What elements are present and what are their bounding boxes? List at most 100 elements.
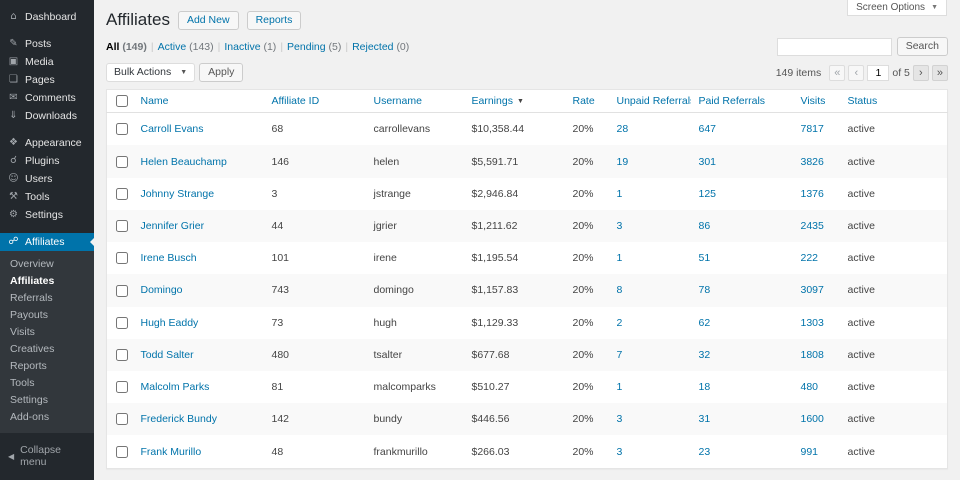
sidebar-subitem-tools[interactable]: Tools bbox=[0, 375, 94, 392]
sidebar-item-posts[interactable]: ✎ Posts bbox=[0, 35, 94, 53]
sidebar-subitem-affiliates[interactable]: Affiliates bbox=[0, 273, 94, 290]
reports-button[interactable]: Reports bbox=[247, 11, 302, 30]
sort-link-unpaid-referrals[interactable]: Unpaid Referrals bbox=[617, 95, 691, 107]
paid-referrals-link[interactable]: 301 bbox=[699, 156, 717, 168]
sidebar-item-pages[interactable]: ❏ Pages bbox=[0, 71, 94, 89]
row-checkbox[interactable] bbox=[116, 413, 128, 425]
affiliate-name-link[interactable]: Domingo bbox=[141, 284, 183, 296]
sidebar-item-comments[interactable]: ✉ Comments bbox=[0, 89, 94, 107]
visits-link[interactable]: 3097 bbox=[801, 284, 824, 296]
paid-referrals-link[interactable]: 78 bbox=[699, 284, 711, 296]
paid-referrals-link[interactable]: 23 bbox=[699, 446, 711, 458]
filter-inactive[interactable]: Inactive (1) bbox=[224, 41, 276, 53]
sidebar-subitem-referrals[interactable]: Referrals bbox=[0, 290, 94, 307]
affiliate-name-link[interactable]: Irene Busch bbox=[141, 252, 197, 264]
sidebar-item-settings[interactable]: ⚙ Settings bbox=[0, 206, 94, 224]
paid-referrals-link[interactable]: 647 bbox=[699, 123, 717, 135]
unpaid-referrals-link[interactable]: 3 bbox=[617, 413, 623, 425]
first-page-button[interactable]: « bbox=[829, 65, 845, 81]
sidebar-item-dashboard[interactable]: ⌂ Dashboard bbox=[0, 8, 94, 26]
visits-link[interactable]: 1376 bbox=[801, 188, 824, 200]
paid-referrals-link[interactable]: 32 bbox=[699, 349, 711, 361]
row-checkbox[interactable] bbox=[116, 123, 128, 135]
sidebar-item-tools[interactable]: ⚒ Tools bbox=[0, 188, 94, 206]
row-checkbox[interactable] bbox=[116, 446, 128, 458]
sidebar-subitem-creatives[interactable]: Creatives bbox=[0, 341, 94, 358]
visits-link[interactable]: 1808 bbox=[801, 349, 824, 361]
affiliate-name-link[interactable]: Malcolm Parks bbox=[141, 381, 210, 393]
sidebar-item-plugins[interactable]: ☌ Plugins bbox=[0, 152, 94, 170]
row-checkbox[interactable] bbox=[116, 156, 128, 168]
sort-link-earnings[interactable]: Earnings▼ bbox=[472, 95, 524, 107]
unpaid-referrals-link[interactable]: 3 bbox=[617, 446, 623, 458]
affiliate-name-link[interactable]: Frank Murillo bbox=[141, 446, 202, 458]
row-checkbox[interactable] bbox=[116, 285, 128, 297]
sidebar-item-media[interactable]: ▣ Media bbox=[0, 53, 94, 71]
sidebar-item-affiliates[interactable]: ☍ Affiliates bbox=[0, 233, 94, 251]
visits-link[interactable]: 1303 bbox=[801, 317, 824, 329]
next-page-button[interactable]: › bbox=[913, 65, 929, 81]
sort-link-username[interactable]: Username bbox=[374, 95, 422, 107]
last-page-button[interactable]: » bbox=[932, 65, 948, 81]
filter-pending[interactable]: Pending (5) bbox=[287, 41, 341, 53]
search-button[interactable]: Search bbox=[897, 37, 948, 56]
visits-link[interactable]: 1600 bbox=[801, 413, 824, 425]
collapse-menu-button[interactable]: ◀ Collapse menu bbox=[0, 440, 94, 472]
unpaid-referrals-link[interactable]: 1 bbox=[617, 188, 623, 200]
affiliate-name-link[interactable]: Hugh Eaddy bbox=[141, 317, 199, 329]
row-checkbox[interactable] bbox=[116, 381, 128, 393]
row-checkbox[interactable] bbox=[116, 317, 128, 329]
visits-link[interactable]: 2435 bbox=[801, 220, 824, 232]
apply-button[interactable]: Apply bbox=[199, 63, 243, 82]
paid-referrals-link[interactable]: 31 bbox=[699, 413, 711, 425]
visits-link[interactable]: 991 bbox=[801, 446, 819, 458]
unpaid-referrals-link[interactable]: 7 bbox=[617, 349, 623, 361]
visits-link[interactable]: 7817 bbox=[801, 123, 824, 135]
filter-rejected[interactable]: Rejected (0) bbox=[352, 41, 409, 53]
sort-link-paid-referrals[interactable]: Paid Referrals bbox=[699, 95, 766, 107]
unpaid-referrals-link[interactable]: 28 bbox=[617, 123, 629, 135]
sidebar-subitem-visits[interactable]: Visits bbox=[0, 324, 94, 341]
paid-referrals-link[interactable]: 125 bbox=[699, 188, 717, 200]
sort-link-visits[interactable]: Visits bbox=[801, 95, 826, 107]
visits-link[interactable]: 480 bbox=[801, 381, 819, 393]
sidebar-subitem-overview[interactable]: Overview bbox=[0, 256, 94, 273]
sidebar-subitem-settings[interactable]: Settings bbox=[0, 392, 94, 409]
filter-active[interactable]: Active (143) bbox=[158, 41, 214, 53]
unpaid-referrals-link[interactable]: 2 bbox=[617, 317, 623, 329]
unpaid-referrals-link[interactable]: 1 bbox=[617, 252, 623, 264]
unpaid-referrals-link[interactable]: 19 bbox=[617, 156, 629, 168]
row-checkbox[interactable] bbox=[116, 349, 128, 361]
unpaid-referrals-link[interactable]: 8 bbox=[617, 284, 623, 296]
affiliate-name-link[interactable]: Frederick Bundy bbox=[141, 413, 217, 425]
add-new-button[interactable]: Add New bbox=[178, 11, 239, 30]
visits-link[interactable]: 222 bbox=[801, 252, 819, 264]
sort-link-rate[interactable]: Rate bbox=[573, 95, 595, 107]
paid-referrals-link[interactable]: 18 bbox=[699, 381, 711, 393]
paid-referrals-link[interactable]: 86 bbox=[699, 220, 711, 232]
affiliate-name-link[interactable]: Helen Beauchamp bbox=[141, 156, 227, 168]
affiliate-name-link[interactable]: Johnny Strange bbox=[141, 188, 215, 200]
affiliate-name-link[interactable]: Carroll Evans bbox=[141, 123, 204, 135]
paid-referrals-link[interactable]: 51 bbox=[699, 252, 711, 264]
row-checkbox[interactable] bbox=[116, 252, 128, 264]
affiliate-name-link[interactable]: Jennifer Grier bbox=[141, 220, 205, 232]
sidebar-item-appearance[interactable]: ❖ Appearance bbox=[0, 134, 94, 152]
row-checkbox[interactable] bbox=[116, 188, 128, 200]
row-checkbox[interactable] bbox=[116, 220, 128, 232]
sort-link-affiliate-id[interactable]: Affiliate ID bbox=[272, 95, 320, 107]
sidebar-subitem-add-ons[interactable]: Add-ons bbox=[0, 409, 94, 426]
sort-link-status[interactable]: Status bbox=[848, 95, 878, 107]
sidebar-subitem-payouts[interactable]: Payouts bbox=[0, 307, 94, 324]
select-all-checkbox[interactable] bbox=[116, 95, 128, 107]
visits-link[interactable]: 3826 bbox=[801, 156, 824, 168]
filter-all[interactable]: All (149) bbox=[106, 41, 147, 53]
bulk-actions-select[interactable]: Bulk Actions ▼ bbox=[106, 63, 195, 82]
affiliate-name-link[interactable]: Todd Salter bbox=[141, 349, 194, 361]
current-page-input[interactable] bbox=[867, 65, 889, 81]
unpaid-referrals-link[interactable]: 3 bbox=[617, 220, 623, 232]
screen-options-tab[interactable]: Screen Options ▼ bbox=[847, 0, 947, 16]
paid-referrals-link[interactable]: 62 bbox=[699, 317, 711, 329]
sidebar-item-users[interactable]: ☺ Users bbox=[0, 170, 94, 188]
sidebar-item-downloads[interactable]: ⇓ Downloads bbox=[0, 107, 94, 125]
